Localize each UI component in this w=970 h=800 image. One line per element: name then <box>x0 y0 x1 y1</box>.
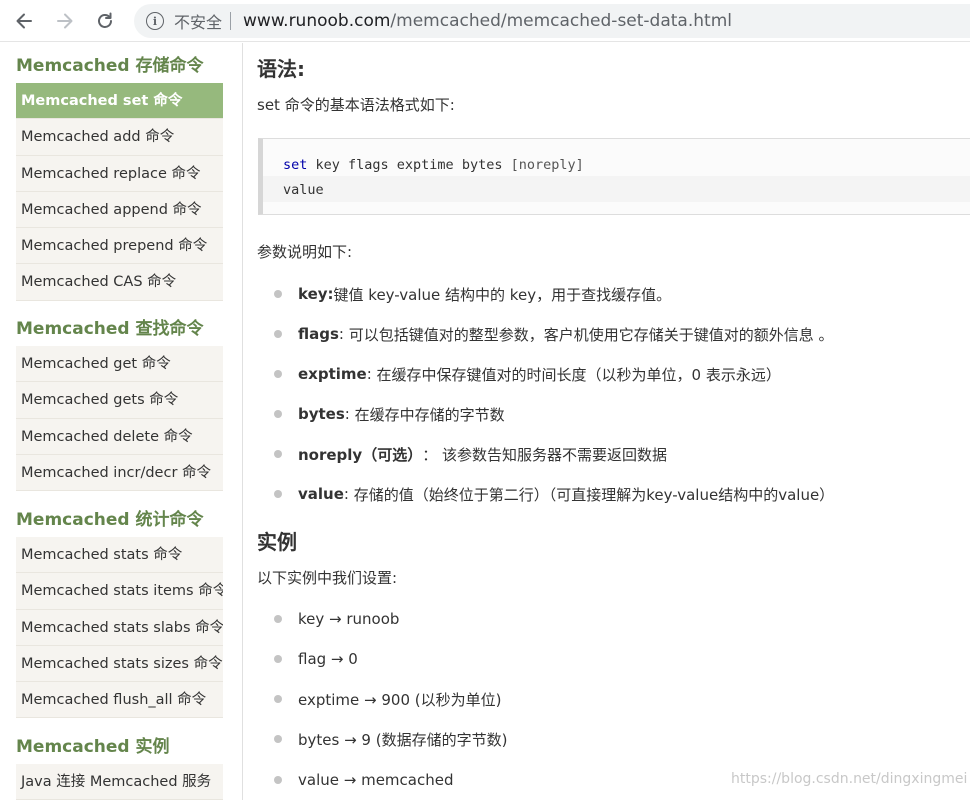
syntax-heading: 语法: <box>257 57 305 81</box>
code-args: key flags exptime bytes <box>307 157 511 173</box>
example-intro: 以下实例中我们设置: <box>257 569 398 587</box>
param-desc: 键值 key-value 结构中的 key，用于查找缓存值。 <box>333 285 672 304</box>
watermark: https://blog.csdn.net/dingxingmei <box>731 771 968 787</box>
list-item: flags: 可以包括键值对的整型参数，客户机使用它存储关于键值对的额外信息 。 <box>274 323 834 345</box>
sidebar-item-stats-slabs[interactable]: Memcached stats slabs 命令 <box>16 609 223 646</box>
param-desc: 存储的值（始终位于第二行）（可直接理解为key-value结构中的value） <box>353 485 835 504</box>
forward-arrow-icon <box>57 13 73 29</box>
bullet-dot <box>274 290 282 298</box>
main-content: 语法: set 命令的基本语法格式如下: set key flags expti… <box>244 43 970 800</box>
bullet-dot <box>274 450 282 458</box>
param-sep: ： <box>422 445 442 464</box>
reload-icon <box>98 12 112 28</box>
example-text: value → memcached <box>298 771 454 789</box>
url-path: /memcached/memcached-set-data.html <box>390 11 732 31</box>
list-item: value: 存储的值（始终位于第二行）（可直接理解为key-value结构中的… <box>274 483 834 505</box>
bullet-dot <box>274 370 282 378</box>
param-name: key <box>298 285 328 303</box>
sidebar-group-retrieval: Memcached 查找命令 Memcached get 命令 Memcache… <box>16 318 223 492</box>
reload-button[interactable] <box>92 8 118 34</box>
address-bar[interactable]: i 不安全 www.runoob.com/memcached/memcached… <box>134 4 970 38</box>
param-sep: : <box>344 405 355 423</box>
sidebar-item-java[interactable]: Java 连接 Memcached 服务 <box>16 764 223 800</box>
sidebar-item-cas[interactable]: Memcached CAS 命令 <box>16 264 223 301</box>
syntax-intro: set 命令的基本语法格式如下: <box>257 96 455 114</box>
browser-toolbar: i 不安全 www.runoob.com/memcached/memcached… <box>0 0 970 42</box>
sidebar-group-examples: Memcached 实例 Java 连接 Memcached 服务 <box>16 736 223 800</box>
sidebar-item-replace[interactable]: Memcached replace 命令 <box>16 155 223 192</box>
sidebar-item-append[interactable]: Memcached append 命令 <box>16 191 223 229</box>
address-separator <box>230 12 232 30</box>
param-sep: : <box>338 325 349 343</box>
code-line-1: set key flags exptime bytes [noreply] <box>283 157 584 173</box>
list-item: noreply（可选）： 该参数告知服务器不需要返回数据 <box>274 443 667 465</box>
param-desc: 在缓存中存储的字节数 <box>354 405 505 424</box>
url-text[interactable]: www.runoob.com/memcached/memcached-set-d… <box>243 11 732 31</box>
sidebar-item-stats[interactable]: Memcached stats 命令 <box>16 537 223 574</box>
code-line-2: value <box>283 182 324 198</box>
list-item: key: 键值 key-value 结构中的 key，用于查找缓存值。 <box>274 283 671 305</box>
list-item: key → runoob <box>274 608 399 630</box>
code-optional: [noreply] <box>510 157 584 173</box>
bullet-dot <box>274 410 282 418</box>
sidebar-group-title: Memcached 实例 <box>16 737 170 757</box>
param-name: exptime <box>298 365 367 383</box>
code-command: set <box>283 157 308 173</box>
security-label: 不安全 <box>174 13 223 32</box>
sidebar-item-set[interactable]: Memcached set 命令 <box>16 83 223 120</box>
example-text: bytes → 9 (数据存储的字节数) <box>298 730 508 749</box>
params-intro: 参数说明如下: <box>257 243 353 261</box>
param-desc: 该参数告知服务器不需要返回数据 <box>442 445 668 464</box>
param-name: value <box>298 485 344 503</box>
list-item: flag → 0 <box>274 648 358 670</box>
sidebar-item-stats-items[interactable]: Memcached stats items 命令 <box>16 573 223 610</box>
example-text: exptime → 900 (以秒为单位) <box>298 690 502 709</box>
sidebar-group-title: Memcached 存储命令 <box>16 56 204 76</box>
sidebar-item-flush-all[interactable]: Memcached flush_all 命令 <box>16 682 223 719</box>
list-item: value → memcached <box>274 769 453 791</box>
sidebar-nav: Memcached 存储命令 Memcached set 命令 Memcache… <box>0 43 243 800</box>
bullet-dot <box>274 776 282 784</box>
param-name: flags <box>298 325 339 343</box>
sidebar-item-gets[interactable]: Memcached gets 命令 <box>16 382 223 419</box>
back-button[interactable] <box>11 8 37 34</box>
param-desc: 在缓存中保存键值对的时间长度（以秒为单位，0 表示永远） <box>376 365 781 384</box>
sidebar-group-title: Memcached 统计命令 <box>16 510 204 530</box>
back-arrow-icon <box>16 13 32 29</box>
sidebar-item-prepend[interactable]: Memcached prepend 命令 <box>16 228 223 265</box>
bullet-dot <box>274 490 282 498</box>
sidebar-item-incr-decr[interactable]: Memcached incr/decr 命令 <box>16 454 223 492</box>
info-icon[interactable]: i <box>146 12 164 30</box>
list-item: exptime: 在缓存中保存键值对的时间长度（以秒为单位，0 表示永远） <box>274 363 781 385</box>
code-line-highlight <box>263 176 970 202</box>
param-desc: 可以包括键值对的整型参数，客户机使用它存储关于键值对的额外信息 。 <box>348 325 834 344</box>
sidebar-item-stats-sizes[interactable]: Memcached stats sizes 命令 <box>16 645 223 683</box>
list-item: bytes: 在缓存中存储的字节数 <box>274 403 505 425</box>
example-text: flag → 0 <box>298 650 358 668</box>
forward-button[interactable] <box>52 8 78 34</box>
example-heading: 实例 <box>257 530 297 554</box>
bullet-dot <box>274 330 282 338</box>
bullet-dot <box>274 695 282 703</box>
code-block: set key flags exptime bytes [noreply] va… <box>258 138 970 215</box>
param-name: bytes <box>298 405 345 423</box>
url-host: www.runoob.com <box>243 11 391 31</box>
list-item: bytes → 9 (数据存储的字节数) <box>274 728 507 750</box>
sidebar-item-get[interactable]: Memcached get 命令 <box>16 346 223 383</box>
sidebar-group-stats: Memcached 统计命令 Memcached stats 命令 Memcac… <box>16 509 223 719</box>
sidebar-group-storage: Memcached 存储命令 Memcached set 命令 Memcache… <box>16 55 223 301</box>
list-item: exptime → 900 (以秒为单位) <box>274 688 501 710</box>
sidebar-item-delete[interactable]: Memcached delete 命令 <box>16 418 223 455</box>
sidebar-group-title: Memcached 查找命令 <box>16 319 204 339</box>
bullet-dot <box>274 615 282 623</box>
sidebar-item-add[interactable]: Memcached add 命令 <box>16 119 223 156</box>
param-name: noreply（可选） <box>298 445 423 464</box>
param-sep: : <box>366 365 377 383</box>
example-text: key → runoob <box>298 610 400 628</box>
bullet-dot <box>274 735 282 743</box>
param-sep: : <box>343 485 354 503</box>
bullet-dot <box>274 655 282 663</box>
